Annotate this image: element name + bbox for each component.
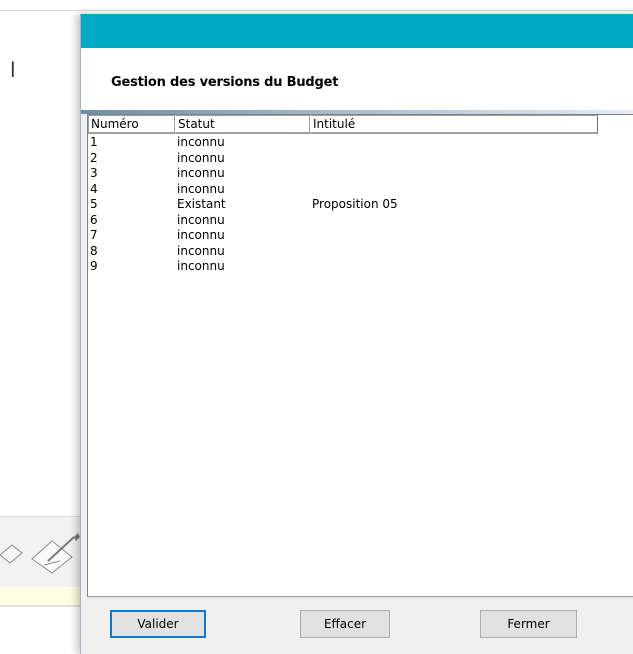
row-numero: 1 bbox=[90, 135, 98, 149]
row-statut: inconnu bbox=[177, 212, 225, 227]
row-numero: 3 bbox=[90, 166, 98, 180]
row-numero: 7 bbox=[90, 228, 98, 242]
dialog-title: Gestion des versions du Budget bbox=[111, 75, 339, 90]
background-text: l bbox=[10, 58, 16, 82]
row-numero: 8 bbox=[90, 243, 98, 258]
row-statut: inconnu bbox=[177, 166, 225, 180]
row-statut: inconnu bbox=[177, 135, 225, 149]
effacer-button[interactable]: Effacer bbox=[300, 610, 390, 638]
dialog-header: Gestion des versions du Budget bbox=[81, 48, 633, 110]
row-numero: 2 bbox=[90, 150, 98, 165]
list-row[interactable]: 7 inconnu bbox=[88, 228, 633, 244]
row-statut: inconnu bbox=[177, 181, 225, 196]
budget-versions-dialog: Gestion des versions du Budget Numéro St… bbox=[80, 14, 633, 654]
row-statut: inconnu bbox=[177, 259, 225, 273]
background-window-border bbox=[0, 10, 633, 11]
list-row[interactable]: 5 Existant Proposition 05 bbox=[88, 197, 633, 213]
row-numero: 4 bbox=[90, 181, 98, 196]
list-column-header: Numéro Statut Intitulé bbox=[88, 115, 598, 134]
valider-button[interactable]: Valider bbox=[110, 610, 206, 638]
list-row[interactable]: 1 inconnu bbox=[88, 135, 633, 151]
footer-divider bbox=[87, 596, 633, 599]
list-rows: 1 inconnu 2 inconnu 3 inconnu 4 inconnu … bbox=[88, 135, 633, 275]
dialog-titlebar[interactable] bbox=[81, 14, 633, 48]
pencil-paper-icon bbox=[0, 533, 80, 574]
row-numero: 6 bbox=[90, 212, 98, 227]
row-numero: 5 bbox=[90, 197, 98, 211]
list-row[interactable]: 6 inconnu bbox=[88, 213, 633, 229]
background-status-bar bbox=[0, 587, 84, 606]
background-toolbar bbox=[0, 516, 84, 588]
row-statut: inconnu bbox=[177, 228, 225, 242]
row-statut: inconnu bbox=[177, 150, 225, 165]
list-row[interactable]: 8 inconnu bbox=[88, 244, 633, 260]
row-statut: Existant bbox=[177, 197, 226, 211]
background-divider bbox=[0, 605, 84, 607]
versions-list[interactable]: Numéro Statut Intitulé 1 inconnu 2 incon… bbox=[87, 114, 633, 597]
fermer-button[interactable]: Fermer bbox=[480, 610, 577, 638]
list-row[interactable]: 2 inconnu bbox=[88, 151, 633, 167]
row-numero: 9 bbox=[90, 259, 98, 273]
list-row[interactable]: 3 inconnu bbox=[88, 166, 633, 182]
row-intitule: Proposition 05 bbox=[312, 197, 398, 211]
list-row[interactable]: 4 inconnu bbox=[88, 182, 633, 198]
row-statut: inconnu bbox=[177, 243, 225, 258]
column-header-statut[interactable]: Statut bbox=[175, 115, 310, 133]
column-header-numero[interactable]: Numéro bbox=[88, 115, 175, 133]
column-header-intitule[interactable]: Intitulé bbox=[310, 115, 598, 133]
list-row[interactable]: 9 inconnu bbox=[88, 259, 633, 275]
